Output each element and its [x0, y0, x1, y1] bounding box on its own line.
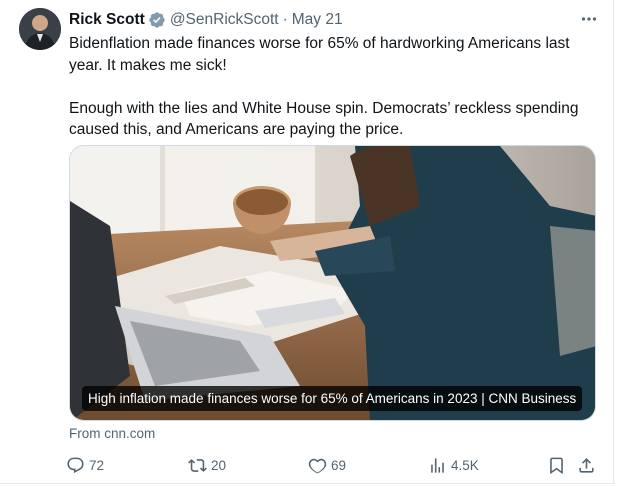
- like-button[interactable]: 69: [308, 454, 346, 476]
- avatar[interactable]: [19, 8, 61, 50]
- bookmark-button[interactable]: [547, 454, 570, 476]
- tweet-container: Rick Scott @SenRickScott · May 21 Bidenf…: [0, 0, 614, 484]
- like-count: 69: [331, 457, 347, 473]
- views-button[interactable]: 4.5K: [428, 454, 479, 476]
- views-count: 4.5K: [451, 457, 479, 473]
- verified-badge-icon: [149, 12, 165, 28]
- author-handle[interactable]: @SenRickScott: [170, 11, 279, 29]
- repost-arrows-icon: [188, 458, 207, 472]
- more-dots-icon: [581, 17, 597, 21]
- tweet-paragraph-2: Enough with the lies and White House spi…: [69, 99, 579, 139]
- reply-count: 72: [89, 457, 105, 473]
- tweet-text: Bidenflation made finances worse for 65%…: [69, 33, 599, 141]
- bookmark-icon: [550, 457, 563, 474]
- tweet-paragraph-1: Bidenflation made finances worse for 65%…: [69, 35, 570, 74]
- link-source[interactable]: From cnn.com: [69, 426, 155, 441]
- link-card-caption: High inflation made finances worse for 6…: [82, 386, 583, 411]
- repost-button[interactable]: 20: [188, 454, 226, 476]
- tweet-header: Rick Scott @SenRickScott · May 21: [69, 9, 343, 31]
- reply-button[interactable]: 72: [66, 454, 104, 476]
- action-bar: 72 20 69 4.5K: [66, 454, 606, 476]
- share-button[interactable]: [577, 454, 600, 476]
- more-options-button[interactable]: [576, 8, 602, 30]
- link-card[interactable]: High inflation made finances worse for 6…: [69, 145, 596, 421]
- bar-chart-icon: [431, 457, 444, 473]
- tweet-date[interactable]: May 21: [292, 11, 343, 29]
- share-upload-icon: [579, 457, 594, 473]
- heart-icon: [308, 458, 327, 473]
- author-name[interactable]: Rick Scott: [69, 11, 145, 29]
- avatar-photo: [19, 8, 61, 50]
- reply-bubble-icon: [67, 457, 84, 473]
- separator-dot: ·: [282, 11, 288, 28]
- repost-count: 20: [211, 457, 227, 473]
- article-photo: [70, 146, 595, 420]
